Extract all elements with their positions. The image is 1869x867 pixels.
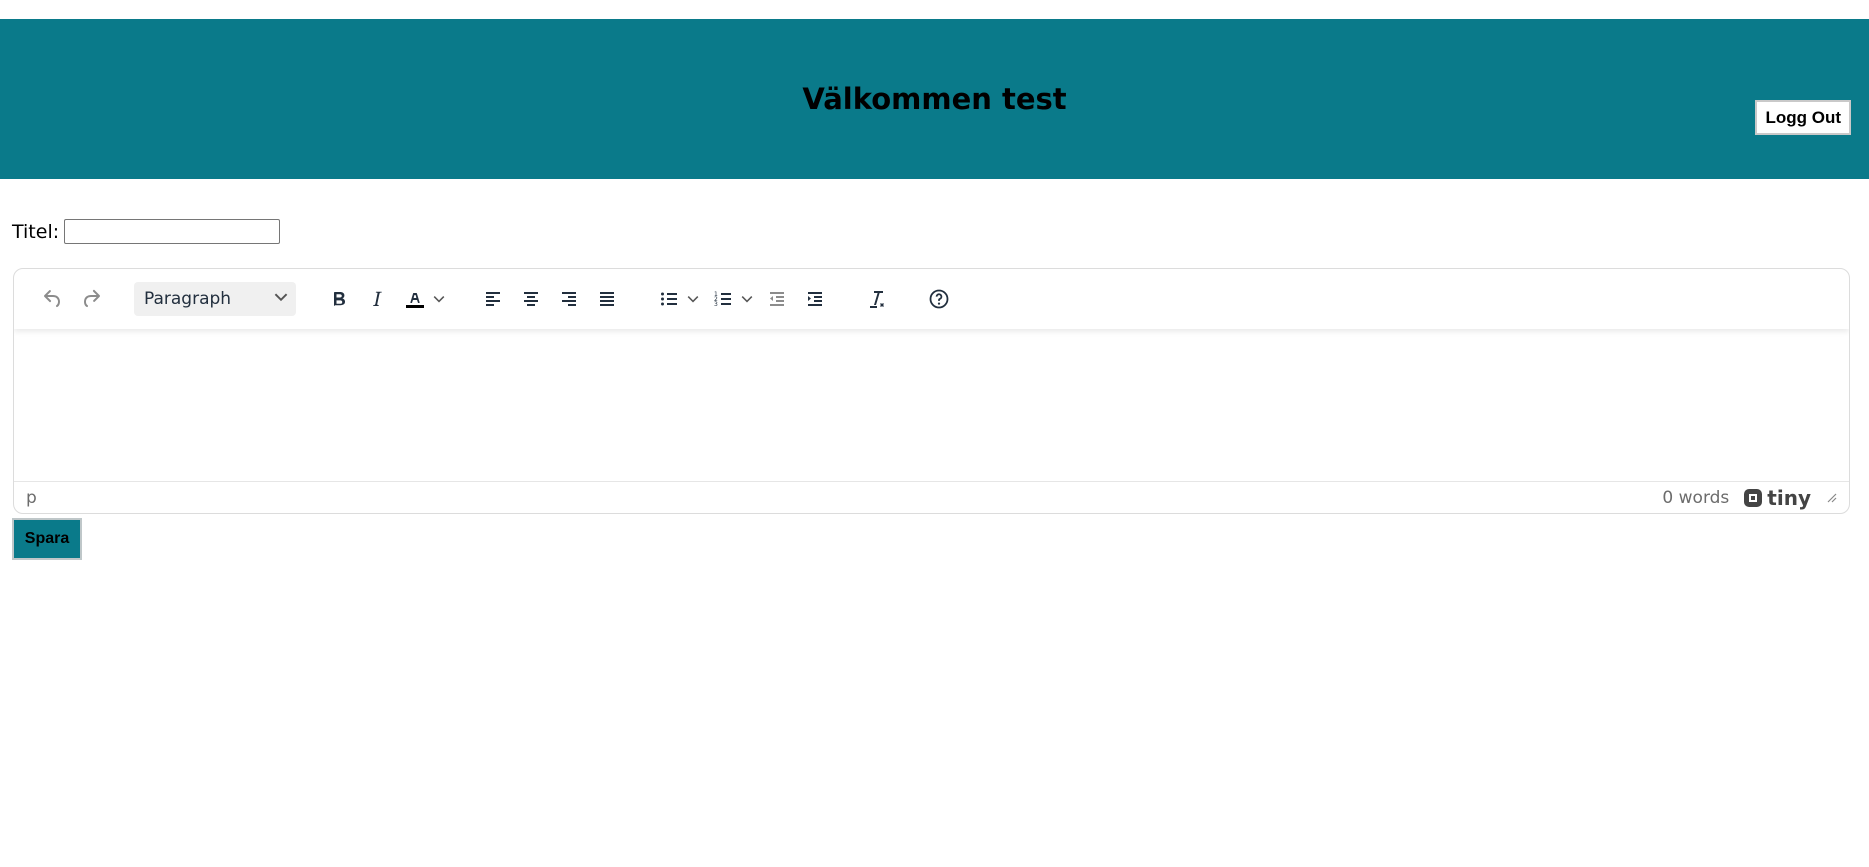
align-left-icon[interactable] [474, 280, 512, 318]
tiny-brand-label: tiny [1767, 485, 1811, 510]
block-format-value: Paragraph [144, 289, 232, 309]
resize-handle-icon[interactable] [1825, 488, 1837, 508]
logout-button[interactable]: Logg Out [1755, 100, 1851, 135]
text-color-dropdown-icon[interactable] [428, 280, 450, 318]
page-title: Välkommen test [802, 82, 1067, 116]
outdent-icon[interactable] [758, 280, 796, 318]
undo-icon[interactable] [34, 280, 72, 318]
bullet-list-dropdown-icon[interactable] [682, 280, 704, 318]
title-input[interactable] [64, 219, 281, 244]
clear-formatting-icon[interactable] [858, 280, 896, 318]
svg-text:3: 3 [714, 301, 718, 308]
indent-icon[interactable] [796, 280, 834, 318]
redo-icon[interactable] [72, 280, 110, 318]
tiny-logo[interactable]: tiny [1743, 486, 1811, 510]
editor-toolbar: Paragraph 1 2 3 [14, 269, 1849, 329]
help-icon[interactable] [920, 280, 958, 318]
word-count[interactable]: 0 words [1662, 488, 1729, 508]
numbered-list-dropdown-icon[interactable] [736, 280, 758, 318]
block-format-select[interactable]: Paragraph [134, 282, 296, 316]
title-row: Titel: [12, 219, 281, 244]
align-right-icon[interactable] [550, 280, 588, 318]
align-justify-icon[interactable] [588, 280, 626, 318]
chevron-down-icon [274, 289, 288, 309]
align-center-icon[interactable] [512, 280, 550, 318]
italic-icon[interactable] [358, 280, 396, 318]
tiny-logo-icon [1744, 488, 1763, 507]
editor-statusbar: p 0 words tiny [14, 481, 1849, 513]
editor-content-area[interactable] [14, 329, 1849, 484]
page-header: Välkommen test Logg Out [0, 19, 1869, 179]
rich-text-editor: Paragraph 1 2 3 p 0 words tiny [13, 268, 1850, 514]
save-button[interactable]: Spara [12, 518, 82, 560]
title-label: Titel: [12, 220, 60, 243]
element-path[interactable]: p [26, 488, 37, 508]
bold-icon[interactable] [320, 280, 358, 318]
